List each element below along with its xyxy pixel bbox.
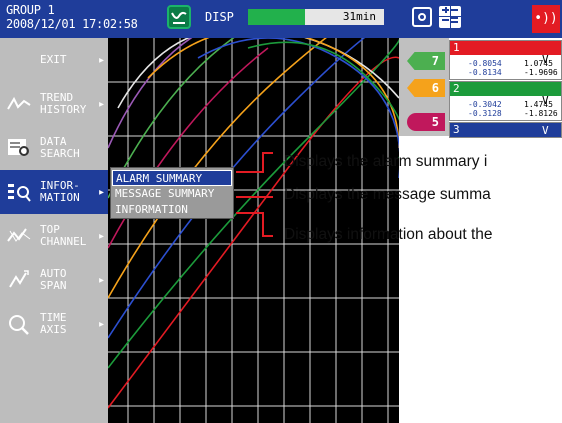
trend-history-icon xyxy=(7,96,31,110)
datetime: 2008/12/01 17:02:58 xyxy=(6,17,138,31)
callout-information: Displays information about the xyxy=(284,226,493,243)
menu-item-auto-span[interactable]: AUTO SPAN ▶ xyxy=(0,258,108,302)
menu-item-information[interactable]: INFOR- MATION ▶ xyxy=(0,170,108,214)
snapshot-icon[interactable] xyxy=(412,7,432,27)
menu-item-label: INFOR- MATION xyxy=(40,179,80,204)
callout-message-summary: Displays the message summa xyxy=(284,186,491,203)
display-mode-icon[interactable] xyxy=(167,5,191,29)
chevron-right-icon: ▶ xyxy=(99,275,104,285)
menu-item-exit[interactable]: EXIT ▶ xyxy=(0,38,108,82)
menu-item-time-axis[interactable]: TIME AXIS ▶ xyxy=(0,302,108,346)
callout-line xyxy=(236,212,262,214)
menu-item-label: DATA SEARCH xyxy=(40,135,80,160)
chevron-right-icon: ▶ xyxy=(99,231,104,241)
status-bar: GROUP 1 2008/12/01 17:02:58 DISP 31min •… xyxy=(0,0,562,38)
callout-alarm-summary: Displays the alarm summary i xyxy=(284,153,488,170)
channel-2-box[interactable]: 2 V -0.3042 -0.3128 1.4745 -1.8126 xyxy=(449,81,562,121)
scale-bar: 7 6 5 xyxy=(399,38,449,136)
menu-item-label: AUTO SPAN xyxy=(40,267,67,292)
submenu-item-alarm-summary[interactable]: ALARM SUMMARY xyxy=(112,170,232,186)
calculator-icon[interactable] xyxy=(439,6,461,28)
channel-3-box[interactable]: 3 V xyxy=(449,122,562,138)
menu-item-label: TOP CHANNEL xyxy=(40,223,87,248)
menu-item-label: TREND HISTORY xyxy=(40,91,87,116)
chevron-right-icon: ▶ xyxy=(99,187,104,197)
alarm-icon[interactable]: •)) xyxy=(532,5,560,33)
callout-line xyxy=(262,235,273,237)
top-channel-icon xyxy=(7,228,31,242)
time-axis-icon xyxy=(9,315,29,335)
menu-item-label: TIME AXIS xyxy=(40,311,67,336)
data-search-icon xyxy=(8,139,29,156)
information-icon xyxy=(8,184,31,202)
menu-item-top-channel[interactable]: TOP CHANNEL ▶ xyxy=(0,214,108,258)
memory-bar-fill xyxy=(248,9,306,25)
callout-line xyxy=(236,196,273,198)
channel-1-value-b: -0.8134 xyxy=(468,68,502,77)
scale-mark-6: 6 xyxy=(407,79,445,97)
memory-bar: 31min xyxy=(248,9,384,25)
callout-line xyxy=(236,171,264,173)
auto-span-icon xyxy=(9,270,29,288)
submenu-item-information[interactable]: INFORMATION xyxy=(112,202,232,218)
submenu-item-message-summary[interactable]: MESSAGE SUMMARY xyxy=(112,186,232,202)
menu-item-trend-history[interactable]: TREND HISTORY ▶ xyxy=(0,82,108,126)
scale-mark-7: 7 xyxy=(407,52,445,70)
channel-2-value-b: -0.3128 xyxy=(468,109,502,118)
channel-1-box[interactable]: 1 V -0.8054 -0.8134 1.0745 -1.9696 xyxy=(449,40,562,80)
callout-line xyxy=(262,152,264,172)
recorder-screen: GROUP 1 2008/12/01 17:02:58 DISP 31min •… xyxy=(0,0,562,423)
menu-item-label: EXIT xyxy=(40,53,67,66)
menu-item-data-search[interactable]: DATA SEARCH xyxy=(0,126,108,170)
memory-remaining: 31min xyxy=(342,10,376,23)
channel-2-value-d: -1.8126 xyxy=(524,109,558,118)
group-name: GROUP 1 xyxy=(6,3,55,17)
callout-line xyxy=(262,212,264,237)
callout-line xyxy=(262,152,273,154)
information-submenu: ALARM SUMMARY MESSAGE SUMMARY INFORMATIO… xyxy=(110,167,234,219)
disp-label: DISP xyxy=(205,10,234,24)
chevron-right-icon: ▶ xyxy=(99,55,104,65)
channel-1-value-d: -1.9696 xyxy=(524,68,558,77)
channel-3-unit: V xyxy=(542,124,549,137)
function-menu: EXIT ▶ TREND HISTORY ▶ DATA SEARCH INFOR… xyxy=(0,38,108,423)
scale-mark-5: 5 xyxy=(407,113,445,131)
group-info: GROUP 1 2008/12/01 17:02:58 xyxy=(6,3,138,31)
chevron-right-icon: ▶ xyxy=(99,319,104,329)
chevron-right-icon: ▶ xyxy=(99,99,104,109)
